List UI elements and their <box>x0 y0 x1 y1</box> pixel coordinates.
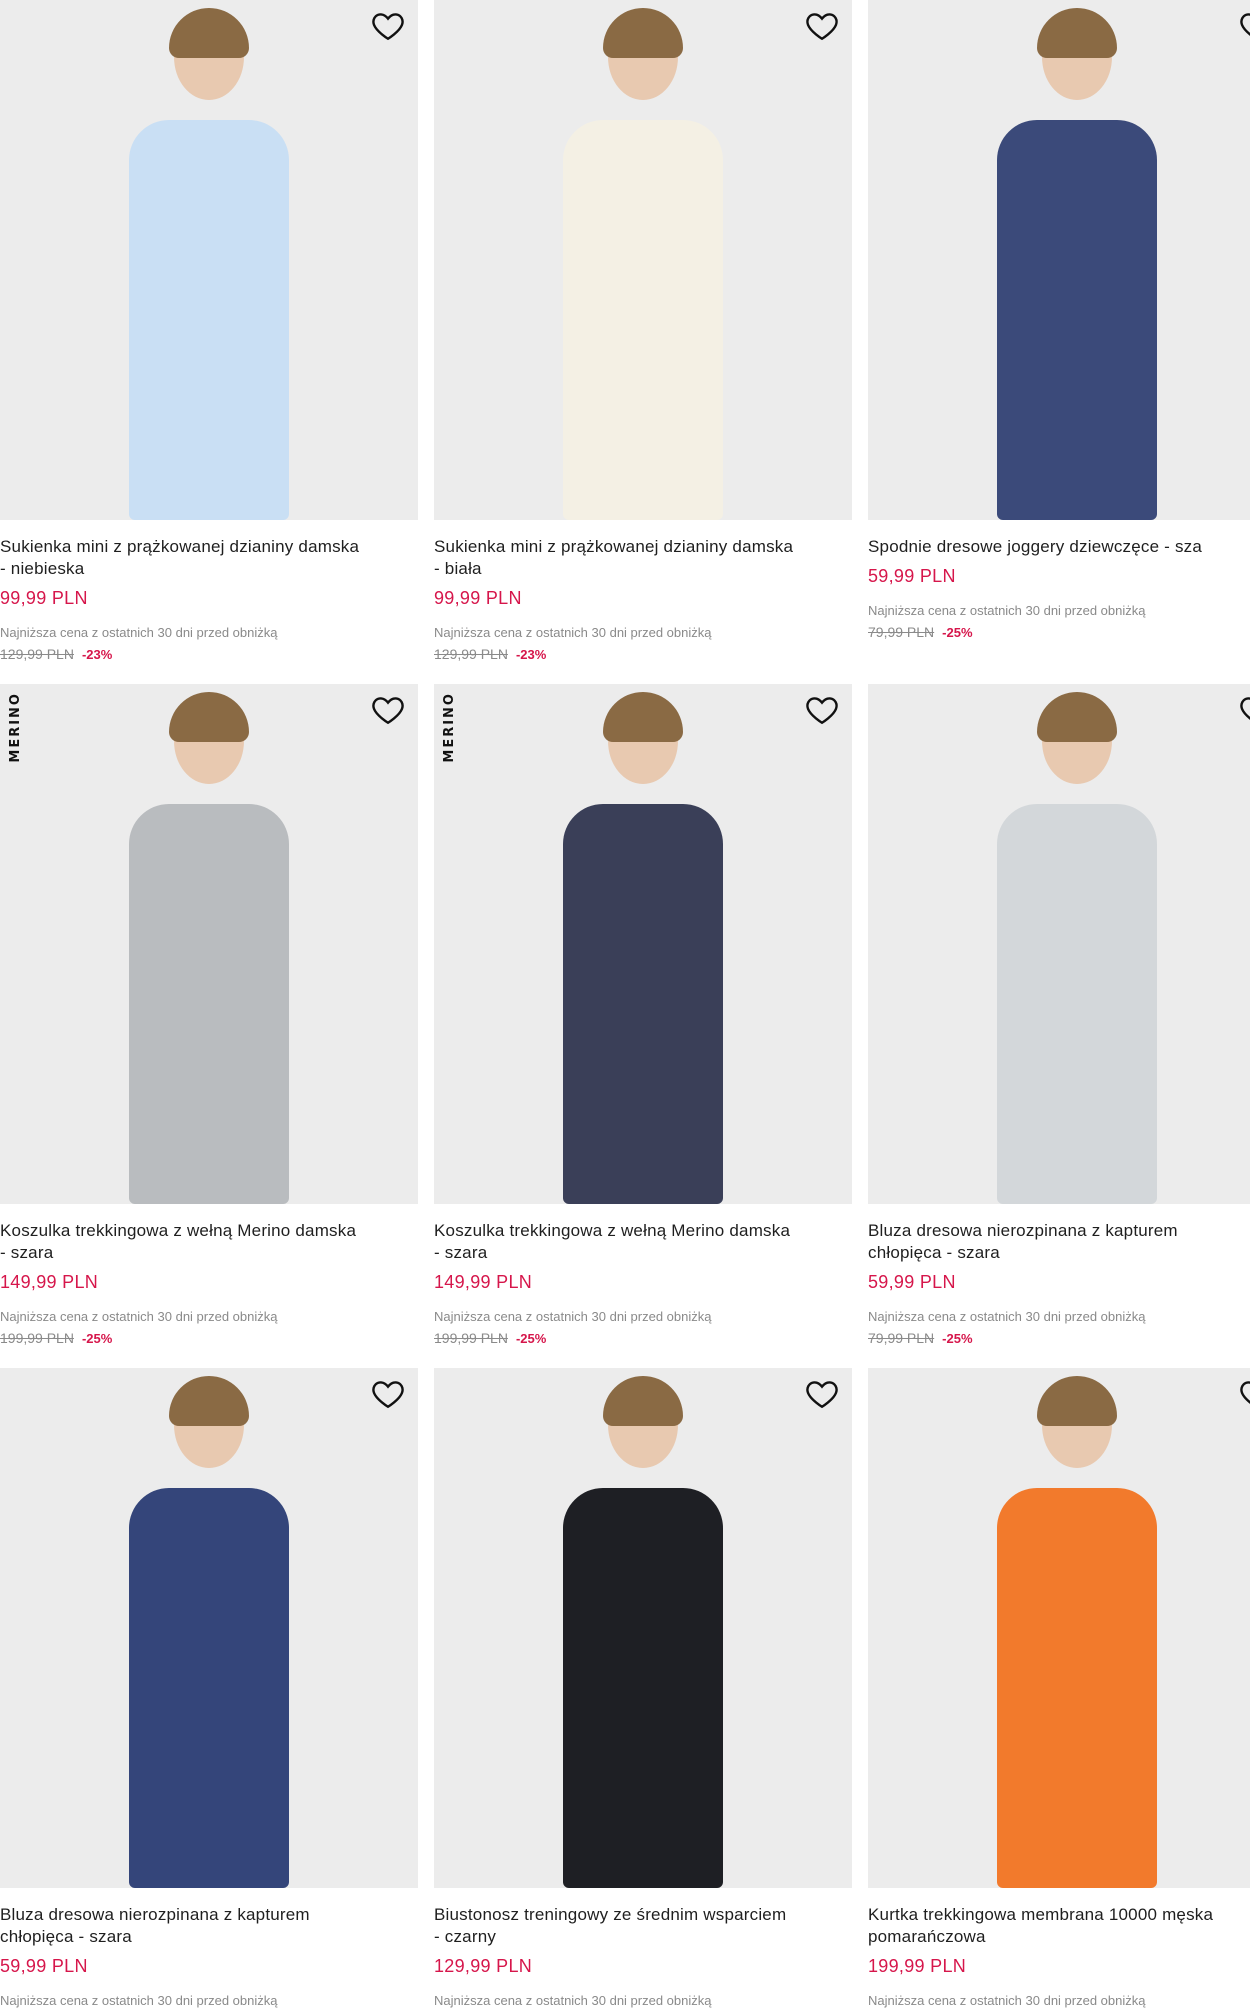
product-card[interactable]: Kurtka trekkingowa membrana 10000 męska … <box>868 1368 1250 2008</box>
old-price-row: 79,99 PLN -25% <box>868 1330 1250 1346</box>
product-grid: Sukienka mini z prążkowanej dzianiny dam… <box>0 0 1250 2014</box>
product-card[interactable]: Bluza dresowa nierozpinana z kapturem ch… <box>0 1368 418 2008</box>
wishlist-heart-icon[interactable] <box>804 692 844 732</box>
product-image[interactable] <box>868 0 1250 520</box>
discount-badge: -25% <box>81 1331 113 1346</box>
product-image[interactable] <box>868 1368 1250 1888</box>
old-price-row: 129,99 PLN -23% <box>434 646 852 662</box>
lowest-price-label: Najniższa cena z ostatnich 30 dni przed … <box>868 603 1146 618</box>
old-price-row: 199,99 PLN -25% <box>434 1330 852 1346</box>
lowest-price-label: Najniższa cena z ostatnich 30 dni przed … <box>0 1993 278 2008</box>
discount-badge: -25% <box>942 625 973 640</box>
product-card[interactable]: Sukienka mini z prążkowanej dzianiny dam… <box>434 0 852 662</box>
old-price: 199,99 PLN <box>0 1330 74 1346</box>
wishlist-heart-icon[interactable] <box>370 692 410 732</box>
product-name[interactable]: Bluza dresowa nierozpinana z kapturem ch… <box>0 1904 418 1948</box>
merino-badge: MERINO <box>8 692 23 763</box>
product-price: 129,99 PLN <box>434 1956 533 1976</box>
model-figure <box>957 684 1197 1204</box>
discount-badge: -25% <box>942 1331 973 1346</box>
product-name[interactable]: Biustonosz treningowy ze średnim wsparci… <box>434 1904 852 1948</box>
lowest-price-label: Najniższa cena z ostatnich 30 dni przed … <box>868 1309 1146 1324</box>
model-figure <box>523 684 763 1204</box>
wishlist-heart-icon[interactable] <box>1238 692 1250 732</box>
lowest-price-label: Najniższa cena z ostatnich 30 dni przed … <box>0 625 278 640</box>
discount-badge: -25% <box>515 1331 547 1346</box>
model-figure <box>89 1368 329 1888</box>
product-image[interactable] <box>434 1368 852 1888</box>
lowest-price-label: Najniższa cena z ostatnich 30 dni przed … <box>434 1993 712 2008</box>
product-name[interactable]: Koszulka trekkingowa z wełną Merino dams… <box>0 1220 418 1264</box>
lowest-price-label: Najniższa cena z ostatnich 30 dni przed … <box>434 625 712 640</box>
product-image[interactable] <box>434 0 852 520</box>
model-figure <box>89 684 329 1204</box>
product-price: 59,99 PLN <box>868 1272 956 1292</box>
wishlist-heart-icon[interactable] <box>370 8 410 48</box>
model-figure <box>957 0 1197 520</box>
old-price-row: 79,99 PLN -25% <box>868 624 1250 640</box>
product-image[interactable] <box>0 0 418 520</box>
product-image[interactable] <box>868 684 1250 1204</box>
product-price: 99,99 PLN <box>434 588 522 608</box>
product-card[interactable]: Sukienka mini z prążkowanej dzianiny dam… <box>0 0 418 662</box>
product-image[interactable] <box>0 1368 418 1888</box>
model-figure <box>523 1368 763 1888</box>
lowest-price-label: Najniższa cena z ostatnich 30 dni przed … <box>434 1309 712 1324</box>
old-price-row: 129,99 PLN -23% <box>0 646 418 662</box>
product-price: 199,99 PLN <box>868 1956 967 1976</box>
model-figure <box>957 1368 1197 1888</box>
model-figure <box>89 0 329 520</box>
product-name[interactable]: Spodnie dresowe joggery dziewczęce - sza <box>868 536 1250 558</box>
product-name[interactable]: Bluza dresowa nierozpinana z kapturem ch… <box>868 1220 1250 1264</box>
wishlist-heart-icon[interactable] <box>370 1376 410 1416</box>
product-price: 99,99 PLN <box>0 588 88 608</box>
product-name[interactable]: Koszulka trekkingowa z wełną Merino dams… <box>434 1220 852 1264</box>
discount-badge: -23% <box>515 647 547 662</box>
wishlist-heart-icon[interactable] <box>1238 8 1250 48</box>
product-name[interactable]: Sukienka mini z prążkowanej dzianiny dam… <box>434 536 852 580</box>
product-card[interactable]: Biustonosz treningowy ze średnim wsparci… <box>434 1368 852 2008</box>
product-card[interactable]: Bluza dresowa nierozpinana z kapturem ch… <box>868 684 1250 1346</box>
lowest-price-label: Najniższa cena z ostatnich 30 dni przed … <box>868 1993 1146 2008</box>
lowest-price-label: Najniższa cena z ostatnich 30 dni przed … <box>0 1309 278 1324</box>
product-image[interactable]: MERINO <box>434 684 852 1204</box>
product-price: 59,99 PLN <box>0 1956 88 1976</box>
discount-badge: -23% <box>81 647 113 662</box>
product-name[interactable]: Kurtka trekkingowa membrana 10000 męska … <box>868 1904 1250 1948</box>
merino-badge: MERINO <box>442 692 457 763</box>
product-price: 149,99 PLN <box>0 1272 99 1292</box>
model-figure <box>523 0 763 520</box>
product-price: 59,99 PLN <box>868 566 956 586</box>
product-image[interactable]: MERINO <box>0 684 418 1204</box>
product-card[interactable]: MERINO Koszulka trekkingowa z wełną Merin… <box>434 684 852 1346</box>
wishlist-heart-icon[interactable] <box>804 1376 844 1416</box>
product-card[interactable]: MERINO Koszulka trekkingowa z wełną Merin… <box>0 684 418 1346</box>
product-price: 149,99 PLN <box>434 1272 533 1292</box>
product-name[interactable]: Sukienka mini z prążkowanej dzianiny dam… <box>0 536 418 580</box>
old-price: 129,99 PLN <box>0 646 74 662</box>
product-card[interactable]: Spodnie dresowe joggery dziewczęce - sza… <box>868 0 1250 640</box>
old-price: 79,99 PLN <box>868 624 935 640</box>
old-price: 129,99 PLN <box>434 646 508 662</box>
old-price-row: 199,99 PLN -25% <box>0 1330 418 1346</box>
wishlist-heart-icon[interactable] <box>804 8 844 48</box>
wishlist-heart-icon[interactable] <box>1238 1376 1250 1416</box>
old-price: 199,99 PLN <box>434 1330 508 1346</box>
old-price: 79,99 PLN <box>868 1330 935 1346</box>
